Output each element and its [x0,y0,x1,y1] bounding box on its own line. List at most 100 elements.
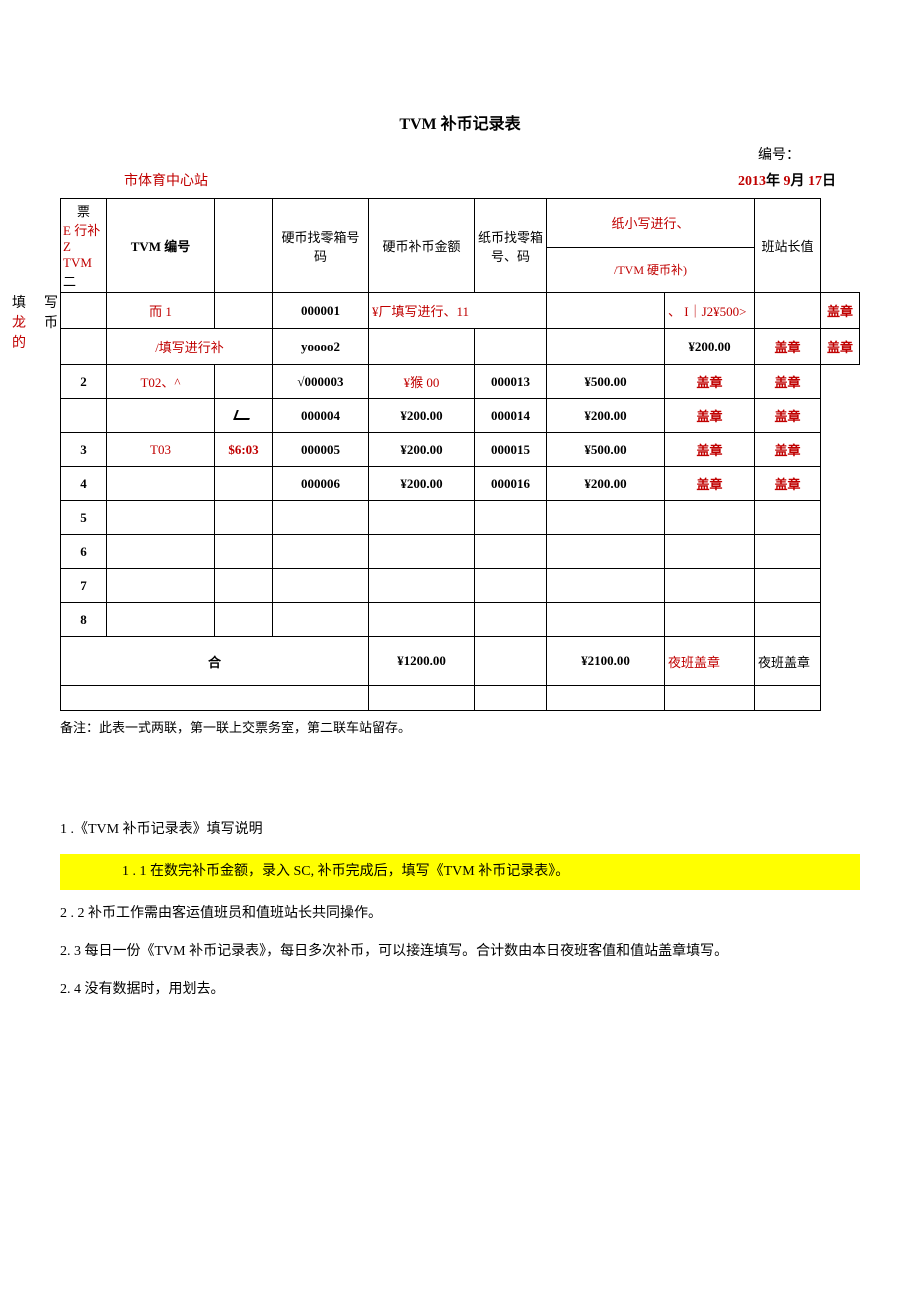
time-cell [215,603,273,637]
page-title: TVM 补币记录表 [60,110,860,134]
coinbox-cell: √000003 [273,365,369,399]
total-stamp2: 夜班盖章 [755,637,821,686]
coinbox-cell [273,535,369,569]
table-row: 000004¥200.00000014¥200.00盖章盖章 [61,399,860,433]
time-cell [215,365,273,399]
total-stamp1: 夜班盖章 [665,637,755,686]
header-paperamt: 纸小写进行、 [547,199,755,248]
instruction-2-2: 2 . 2 补币工作需由客运值班员和值班站长共同操作。 [60,900,860,928]
stamp1-cell [665,603,755,637]
cell [547,329,665,365]
station-name: 市体育中心站 [124,170,208,190]
paperbox-cell [475,569,547,603]
coinamt-cell [369,329,475,365]
paperamt-cell: ¥500.00 [547,365,665,399]
coinamt-cell [369,535,475,569]
paperbox-cell: 000015 [475,433,547,467]
instruction-2-4: 2. 4 没有数据时，用划去。 [60,976,860,1004]
time-cell [215,293,273,329]
coinamt-cell: ¥厂填写进行、11 [369,293,547,329]
coinamt-cell: ¥猴 00 [369,365,475,399]
instruction-2-3: 2. 3 每日一份《TVM 补币记录表》，每日多次补币，可以接连填写。合计数由本… [60,938,860,966]
margin-word: 币 [44,312,58,332]
stamp2-cell [755,569,821,603]
seq-cell: 7 [61,569,107,603]
tvm-cell [107,603,215,637]
total-paper: ¥2100.00 [547,637,665,686]
table-row: 4000006¥200.00000016¥200.00盖章盖章 [61,467,860,501]
instruction-1-1: 1 . 1 在数完补币金额，录入 SC, 补币完成后，填写《TVM 补币记录表》… [60,854,860,890]
blank-cell [61,686,369,711]
header-stationmaster: 班站长值 [755,199,821,293]
header-paperamt-sub: /TVM 硬币补) [547,247,755,292]
stamp2-cell: 盖章 [755,433,821,467]
table-row: 8 [61,603,860,637]
paperbox-cell [475,535,547,569]
seq-cell [61,293,107,329]
tvm-cell [107,569,215,603]
stamp2-cell [755,603,821,637]
table-footnote: 备注：此表一式两联，第一联上交票务室，第二联车站留存。 [60,717,860,736]
coinbox-cell: 000005 [273,433,369,467]
stamp1-cell [755,293,821,329]
stamp2-cell [755,501,821,535]
paperbox-cell [475,329,547,365]
paperbox-cell: 000016 [475,467,547,501]
stamp1-cell [665,535,755,569]
header-paperbox: 纸币找零箱号、码 [475,199,547,293]
time-cell: $6:03 [215,433,273,467]
header-coinbox: 硬币找零箱号码 [273,199,369,293]
tvm-cell: /填写进行补 [107,329,273,365]
coinamt-cell: ¥200.00 [369,399,475,433]
tvm-cell [107,501,215,535]
header-time [215,199,273,293]
seq-cell: 6 [61,535,107,569]
tvm-cell: T03 [107,433,215,467]
paperamt-cell [547,501,665,535]
paperamt-cell [547,569,665,603]
cell [547,293,665,329]
date-day-label: 日 [822,174,836,189]
header-seq: 票 E 行补 Z TVM 二 [61,199,107,293]
tvm-cell: 而 1 [107,293,215,329]
coinamt-cell: ¥200.00 [369,433,475,467]
total-coin: ¥1200.00 [369,637,475,686]
stamp2-cell: 盖章 [755,365,821,399]
tvm-cell [107,535,215,569]
time-cell [215,535,273,569]
coinbox-cell [273,501,369,535]
coinbox-cell [273,603,369,637]
date-year: 2013 [738,174,766,189]
stamp1-cell: 盖章 [665,467,755,501]
paperbox-cell: 000013 [475,365,547,399]
seq-cell [61,399,107,433]
seq-cell: 3 [61,433,107,467]
margin-word: 的 [12,332,26,352]
coinbox-cell: 000006 [273,467,369,501]
record-date: 2013年 9月 17日 [738,170,836,190]
coinbox-cell: 000004 [273,399,369,433]
stamp2-cell: 盖章 [755,399,821,433]
total-label: 合 [61,637,369,686]
seq-cell: 8 [61,603,107,637]
paperbox-cell: 000014 [475,399,547,433]
paperamt-cell: ¥200.00 [547,467,665,501]
paperamt-cell [547,535,665,569]
seq-cell: 5 [61,501,107,535]
stamp1-cell: 盖章 [665,365,755,399]
stamp1-cell: 盖章 [665,399,755,433]
coinbox-cell [273,569,369,603]
margin-word: 龙 [12,312,26,332]
table-row: 2T02、^√000003¥猴 00000013¥500.00盖章盖章 [61,365,860,399]
stamp1-cell [665,569,755,603]
table-row: 6 [61,535,860,569]
header-tvm: TVM 编号 [107,199,215,293]
time-cell [215,467,273,501]
table-row: /填写进行补yoooo2¥200.00盖章盖章 [61,329,860,365]
margin-word: 填 [12,292,26,312]
table-row: 3T03$6:03000005¥200.00000015¥500.00盖章盖章 [61,433,860,467]
instruction-1: 1 .《TVM 补币记录表》填写说明 [60,816,860,844]
tvm-cell: T02、^ [107,365,215,399]
seq-cell: 4 [61,467,107,501]
coinbox-cell: 000001 [273,293,369,329]
